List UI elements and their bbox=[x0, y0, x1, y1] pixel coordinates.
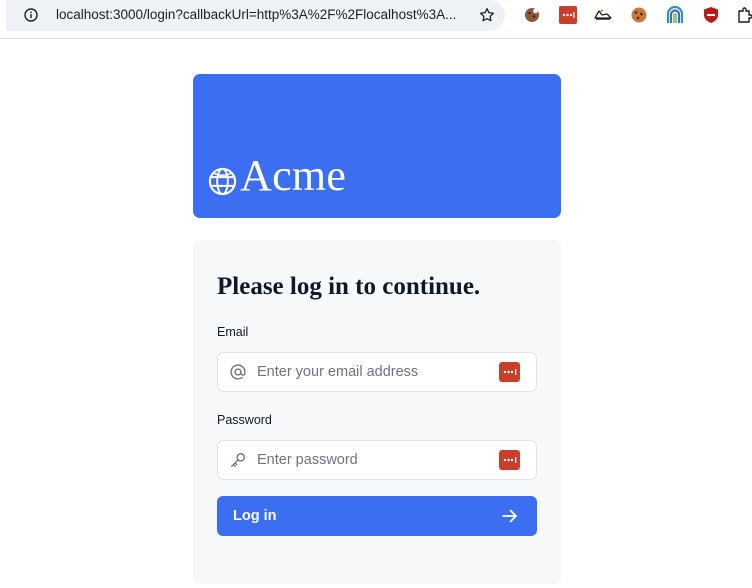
password-manager-icon[interactable] bbox=[558, 5, 578, 25]
email-label: Email bbox=[217, 325, 249, 339]
at-icon bbox=[230, 364, 246, 380]
browser-toolbar: localhost:3000/login?callbackUrl=http%3A… bbox=[0, 0, 752, 39]
arrow-right-icon bbox=[502, 509, 517, 523]
password-manager-icon[interactable] bbox=[499, 362, 520, 382]
cookie-icon[interactable] bbox=[629, 5, 649, 25]
shield-icon[interactable] bbox=[701, 5, 721, 25]
hero-banner: Acme bbox=[193, 74, 561, 218]
login-card: Please log in to continue. Email Passwor… bbox=[193, 240, 561, 584]
password-field[interactable] bbox=[217, 440, 537, 480]
rainbow-icon[interactable] bbox=[665, 5, 685, 25]
password-label: Password bbox=[217, 413, 272, 427]
url-text[interactable]: localhost:3000/login?callbackUrl=http%3A… bbox=[56, 7, 456, 22]
login-button-label: Log in bbox=[233, 508, 277, 524]
email-field[interactable] bbox=[217, 352, 537, 392]
password-manager-icon[interactable] bbox=[499, 450, 520, 470]
puzzle-icon[interactable] bbox=[735, 5, 752, 25]
login-button[interactable]: Log in bbox=[217, 496, 537, 536]
info-icon[interactable] bbox=[24, 8, 38, 22]
email-input[interactable] bbox=[257, 353, 487, 391]
star-icon[interactable] bbox=[478, 6, 496, 24]
shoe-icon[interactable] bbox=[593, 5, 613, 25]
address-bar[interactable]: localhost:3000/login?callbackUrl=http%3A… bbox=[6, 0, 505, 31]
key-icon bbox=[231, 453, 245, 467]
brand-name: Acme bbox=[240, 151, 347, 200]
cookie-icon[interactable] bbox=[522, 5, 542, 25]
page-title: Please log in to continue. bbox=[217, 273, 481, 300]
password-input[interactable] bbox=[257, 441, 487, 479]
globe-icon bbox=[208, 167, 237, 196]
